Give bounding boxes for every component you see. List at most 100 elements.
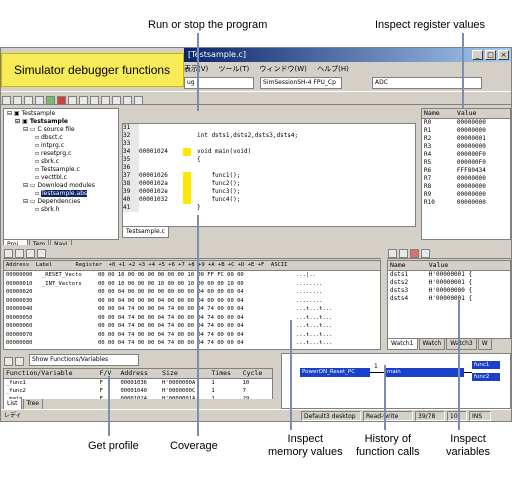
address-combo[interactable]: ADC bbox=[372, 77, 482, 89]
tree-file-selected[interactable]: ▫ Testsample.abs bbox=[7, 190, 115, 198]
menu-help[interactable]: ヘルプ(H) bbox=[317, 65, 349, 73]
watch-edit-icon[interactable] bbox=[399, 249, 408, 258]
source-line[interactable]: 32 int dsts1,dsts2,dsts3,dsts4; bbox=[123, 132, 415, 140]
watch-row[interactable]: dsts1 H'00000001 { bbox=[388, 271, 510, 280]
tree-file[interactable]: ▫ resetprg.c bbox=[7, 150, 115, 158]
tree-file[interactable]: ▫ dbsct.c bbox=[7, 134, 115, 142]
tree-file[interactable]: ▫ Testsample.c bbox=[7, 166, 115, 174]
register-row[interactable]: R1 00000000 bbox=[422, 127, 510, 135]
register-row[interactable]: R10 00000000 bbox=[422, 199, 510, 207]
call-node-func1[interactable]: func1 bbox=[472, 361, 500, 369]
register-icon[interactable] bbox=[101, 96, 110, 105]
watch-icon[interactable] bbox=[79, 96, 88, 105]
source-line[interactable]: 31 bbox=[123, 124, 415, 132]
memory-row[interactable]: 00000070 00 00 04 74 00 00 04 74 00 00 04… bbox=[6, 331, 380, 340]
tree-project[interactable]: ⊟ ▣ Testsample bbox=[7, 118, 115, 126]
memory-row[interactable]: 00000050 00 00 04 74 00 00 04 74 00 00 04… bbox=[6, 314, 380, 323]
tree-folder-c[interactable]: ⊟ ▭ C source file bbox=[7, 126, 115, 134]
tab-watch1[interactable]: Watch1 bbox=[387, 339, 418, 350]
memory-row[interactable]: 00000020 00 00 04 00 00 00 00 00 00 00 04… bbox=[6, 288, 380, 297]
profile-row[interactable]: _func2 F 00001040 H'0000000C 1 7 bbox=[4, 387, 272, 395]
register-row[interactable]: R9 00000000 bbox=[422, 191, 510, 199]
source-editor[interactable]: 31 32 int dsts1,dsts2,dsts3,dsts4; 33 34 0000… bbox=[122, 123, 416, 227]
source-line[interactable]: 41} bbox=[123, 204, 415, 212]
memory-row[interactable]: 00000010 _INT_Vectors 00 00 10 00 00 00 10… bbox=[6, 280, 380, 289]
io-icon[interactable] bbox=[112, 96, 121, 105]
tab-watch3[interactable]: Watch3 bbox=[446, 339, 477, 350]
step-in-icon[interactable] bbox=[2, 96, 11, 105]
memory-row[interactable]: 00000080 00 00 04 74 00 00 04 74 00 00 04… bbox=[6, 339, 380, 348]
source-line[interactable]: 33 bbox=[123, 140, 415, 148]
memory-row[interactable]: 00000030 00 00 04 00 00 00 04 00 00 00 04… bbox=[6, 297, 380, 306]
source-line[interactable]: 36 bbox=[123, 164, 415, 172]
menu-tools[interactable]: ツール(T) bbox=[219, 65, 250, 73]
watch-tabs: Watch1 Watch Watch3 W bbox=[387, 339, 511, 350]
breakpoint-icon[interactable] bbox=[68, 96, 77, 105]
tab-watch2[interactable]: Watch bbox=[418, 339, 446, 350]
register-row[interactable]: R7 00000000 bbox=[422, 175, 510, 183]
watch-delete-icon[interactable] bbox=[410, 249, 419, 258]
profile-row[interactable]: _func1 F 00001036 H'0000000A 1 10 bbox=[4, 379, 272, 388]
tree-file[interactable]: ▫ intprg.c bbox=[7, 142, 115, 150]
source-line[interactable]: 38 0000102a func2(); bbox=[123, 180, 415, 188]
tree-file[interactable]: ▫ sbrk.c bbox=[7, 158, 115, 166]
step-out-icon[interactable] bbox=[24, 96, 33, 105]
memory-row[interactable]: 00000060 00 00 04 74 00 00 04 74 00 00 04… bbox=[6, 322, 380, 331]
watch-refresh-icon[interactable] bbox=[421, 249, 430, 258]
memory-cell: ...t...t... bbox=[296, 340, 333, 346]
register-row[interactable]: R4 000000F0 bbox=[422, 151, 510, 159]
source-line[interactable]: 35 { bbox=[123, 156, 415, 164]
tree-folder-deps[interactable]: ⊟ ▭ Dependencies bbox=[7, 198, 115, 206]
call-node-func2[interactable]: func2 bbox=[472, 373, 500, 381]
profile-header-cell[interactable]: Address bbox=[118, 369, 160, 379]
profile-header-cell[interactable]: Size bbox=[160, 369, 209, 379]
register-row[interactable]: R5 000000F0 bbox=[422, 159, 510, 167]
source-line[interactable]: 39 0000102e func3(); bbox=[123, 188, 415, 196]
memory-icon[interactable] bbox=[90, 96, 99, 105]
minimize-button[interactable]: _ bbox=[472, 50, 483, 60]
register-row[interactable]: R0 00000000 bbox=[422, 119, 510, 128]
tab-source[interactable]: Testsample.c bbox=[122, 227, 169, 238]
memory-tool-icon[interactable] bbox=[26, 249, 35, 258]
profile-header-cell[interactable]: Times bbox=[209, 369, 240, 379]
watch-row[interactable]: dsts3 H'00000000 { bbox=[388, 287, 510, 295]
reset-icon[interactable] bbox=[35, 96, 44, 105]
source-line[interactable]: 40 00001032 func4(); bbox=[123, 196, 415, 204]
memory-row[interactable]: 00000000 _RESET_Vecto 00 00 10 00 00 00 00… bbox=[6, 271, 380, 280]
profile-header-cell[interactable]: Cycle bbox=[241, 369, 272, 379]
session-combo[interactable]: SimSessionSH-4 FPU_Cp bbox=[260, 77, 342, 89]
session-small-combo[interactable]: ug bbox=[184, 77, 254, 89]
profile-header-cell[interactable]: Function/Variable bbox=[4, 369, 98, 379]
tree-root[interactable]: ⊟ ▣ Testsample bbox=[7, 110, 115, 118]
menu-window[interactable]: ウィンドウ(W) bbox=[259, 65, 306, 73]
go-icon[interactable] bbox=[46, 96, 55, 105]
step-over-icon[interactable] bbox=[13, 96, 22, 105]
maximize-button[interactable]: □ bbox=[485, 50, 496, 60]
profile-combo[interactable]: Show Functions/Variables bbox=[29, 354, 139, 366]
memory-row[interactable]: 00000040 00 00 04 74 00 00 04 74 00 00 04… bbox=[6, 305, 380, 314]
register-row[interactable]: R6 FFF80434 bbox=[422, 167, 510, 175]
memory-tool-icon[interactable] bbox=[15, 249, 24, 258]
tree-file[interactable]: ▫ vecttbl.c bbox=[7, 174, 115, 182]
watch-row[interactable]: dsts2 H'00000001 { bbox=[388, 279, 510, 287]
register-row[interactable]: R3 00000000 bbox=[422, 143, 510, 151]
profile-tool-icon[interactable] bbox=[15, 357, 24, 366]
tab-watch4[interactable]: W bbox=[477, 339, 492, 350]
tree-file[interactable]: ▫ sbrk.h bbox=[7, 206, 115, 214]
call-node-main[interactable]: main bbox=[384, 368, 464, 377]
close-button[interactable]: × bbox=[498, 50, 509, 60]
call-node-root[interactable]: PowerON_Reset_PC bbox=[300, 368, 370, 377]
profile-icon[interactable] bbox=[134, 96, 143, 105]
memory-tool-icon[interactable] bbox=[37, 249, 46, 258]
register-row[interactable]: R2 00000001 bbox=[422, 135, 510, 143]
trace-icon[interactable] bbox=[123, 96, 132, 105]
source-line[interactable]: 37 00001026 func1(); bbox=[123, 172, 415, 180]
watch-row[interactable]: dsts4 H'00000001 { bbox=[388, 295, 510, 303]
source-line[interactable]: 34 00001024 void main(void) bbox=[123, 148, 415, 156]
memory-tool-icon[interactable] bbox=[4, 249, 13, 258]
profile-tool-icon[interactable] bbox=[4, 357, 13, 366]
tree-folder-download[interactable]: ⊟ ▭ Download modules bbox=[7, 182, 115, 190]
watch-add-icon[interactable] bbox=[388, 249, 397, 258]
register-row[interactable]: R8 00000000 bbox=[422, 183, 510, 191]
stop-icon[interactable] bbox=[57, 96, 66, 105]
